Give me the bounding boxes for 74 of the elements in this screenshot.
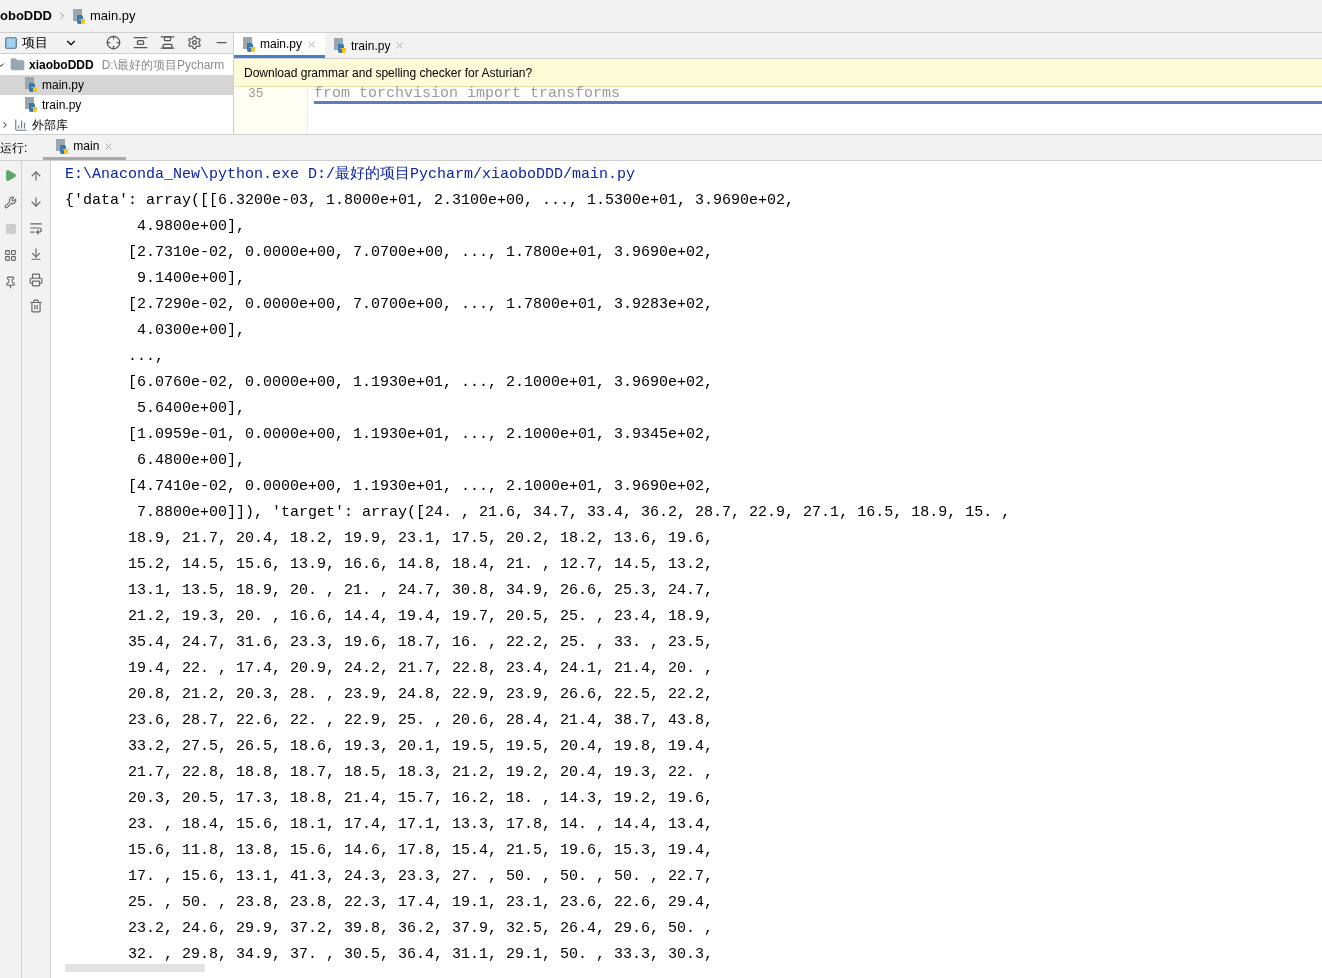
command-line: E:\Anaconda_New\python.exe D:/最好的项目Pycharm/xiaoboDDD/main.py (65, 165, 637, 185)
console-line: {'data': array([[6.3200e-03, 1.8000e+01, 2.3100e+00, ..., 1.5300e+01, 3.9690e+02, (65, 191, 796, 211)
folder-icon (10, 57, 25, 72)
console-line: 15.2, 14.5, 15.6, 13.9, 16.6, 14.8, 18.4, 21. , 12.7, 14.5, 13.2, (127, 555, 715, 575)
scroll-to-end-icon[interactable] (29, 247, 43, 261)
tree-item[interactable]: main.py (0, 74, 233, 95)
soft-wrap-icon[interactable] (29, 221, 43, 235)
console-line: ..., (127, 347, 166, 367)
collapse-icon[interactable] (0, 119, 10, 130)
console-line: 32. , 29.8, 34.9, 37. , 30.5, 36.4, 31.1, 29.1, 50. , 33.3, 30.3, (127, 945, 715, 965)
python-file-icon (55, 138, 70, 154)
print-icon[interactable] (29, 273, 43, 287)
console-line: 21.7, 22.8, 18.8, 18.7, 18.5, 18.3, 21.2, 19.2, 20.4, 19.3, 22. , (127, 763, 715, 783)
console-line: 23.2, 24.6, 29.9, 37.2, 39.8, 36.2, 37.9, 32.5, 26.4, 29.6, 50. , (127, 919, 715, 939)
console-line: [1.0959e-01, 0.0000e+00, 1.1930e+01, ..., 2.1000e+01, 3.9345e+02, (127, 425, 715, 445)
trash-icon[interactable] (29, 299, 43, 313)
python-file-icon (24, 97, 38, 112)
console-line: 5.6400e+00], (136, 399, 247, 419)
breadcrumb-item[interactable]: oboDDD (0, 6, 52, 26)
up-arrow-icon[interactable] (29, 169, 43, 183)
pin-icon[interactable] (4, 276, 17, 289)
console-line: 6.4800e+00], (136, 451, 247, 471)
settings-icon[interactable] (187, 35, 202, 51)
console-line: 19.4, 22. , 17.4, 20.9, 24.2, 21.7, 22.8, 23.4, 24.1, 21.4, 20. , (127, 659, 715, 679)
python-file-icon (24, 77, 38, 92)
console-line: [2.7310e-02, 0.0000e+00, 7.0700e+00, ..., 1.7800e+01, 3.9690e+02, (127, 243, 715, 263)
console-line: 20.8, 21.2, 20.3, 28. , 23.9, 24.8, 22.9, 23.9, 26.6, 22.5, 22.2, (127, 685, 715, 705)
console-line: [6.0760e-02, 0.0000e+00, 1.1930e+01, ..., 2.1000e+01, 3.9690e+02, (127, 373, 715, 393)
console-line: 23. , 18.4, 15.6, 18.1, 17.4, 17.1, 13.3, 17.8, 14. , 14.4, 13.4, (127, 815, 715, 835)
tree-item[interactable]: xiaoboDDD D:\最好的项目Pycharm (0, 54, 233, 75)
horizontal-scrollbar[interactable] (65, 964, 205, 972)
console-line: 17. , 15.6, 13.1, 41.3, 24.3, 23.3, 27. , 50. , 50. , 50. , 22.7, (127, 867, 715, 887)
breadcrumb-item[interactable]: main.py (72, 6, 136, 26)
wrench-icon[interactable] (4, 196, 17, 209)
python-file-icon (72, 8, 86, 24)
console-line: 35.4, 24.7, 31.6, 23.3, 19.6, 18.7, 16. , 22.2, 25. , 33. , 23.5, (127, 633, 715, 653)
collapse-all-icon[interactable] (160, 35, 175, 51)
console-line: 15.6, 11.8, 13.8, 15.6, 14.6, 17.8, 15.4, 21.5, 19.6, 15.3, 19.4, (127, 841, 715, 861)
locate-icon[interactable] (106, 35, 121, 51)
run-icon[interactable] (4, 169, 17, 182)
layout-icon[interactable] (4, 249, 17, 262)
python-file-icon (333, 38, 348, 53)
console-line: [4.7410e-02, 0.0000e+00, 1.1930e+01, ..., 2.1000e+01, 3.9690e+02, (127, 477, 715, 497)
console-line: 23.6, 28.7, 22.6, 22. , 22.9, 25. , 20.6, 28.4, 21.4, 38.7, 43.8, (127, 711, 715, 731)
notification-bar: Download grammar and spelling checker for Asturian? (234, 59, 1322, 87)
tree-item[interactable]: 外部库 (0, 114, 233, 134)
run-tab[interactable]: main (43, 135, 127, 160)
console-line: 18.9, 21.7, 20.4, 18.2, 19.9, 23.1, 17.5, 20.2, 18.2, 13.6, 19.6, (127, 529, 715, 549)
console-line: 4.0300e+00], (136, 321, 247, 341)
down-arrow-icon[interactable] (29, 195, 43, 209)
tree-label: xiaoboDDD (29, 56, 94, 74)
console-line: 20.3, 20.5, 17.3, 18.8, 21.4, 15.7, 16.2, 18. , 14.3, 19.2, 19.6, (127, 789, 715, 809)
tree-label: main.py (42, 76, 85, 94)
tree-item[interactable]: train.py (0, 94, 233, 115)
tree-path: D:\最好的项目Pycharm (101, 56, 225, 74)
console-line: 4.9800e+00], (136, 217, 247, 237)
console-line: 13.1, 13.5, 18.9, 20. , 21. , 24.7, 30.8, 34.9, 26.6, 25.3, 24.7, (127, 581, 715, 601)
tree-label: train.py (42, 96, 82, 114)
python-file-icon (242, 36, 256, 52)
editor-tab[interactable]: train.py (325, 33, 414, 58)
console-line: 33.2, 27.5, 26.5, 18.6, 19.3, 20.1, 19.5, 19.5, 20.4, 19.8, 19.4, (127, 737, 715, 757)
console-line: 9.1400e+00], (136, 269, 247, 289)
tree-label: 外部库 (32, 116, 68, 134)
console-line: 7.8800e+00]]), 'target': array([24. , 21.6, 34.7, 33.4, 36.2, 28.7, 22.9, 27.1, 16.5, 18.9, 15. , (136, 503, 1012, 523)
console-line: 25. , 50. , 23.8, 23.8, 22.3, 17.4, 19.1, 23.1, 23.6, 22.6, 29.4, (127, 893, 715, 913)
console-line: 21.2, 19.3, 20. , 16.6, 14.4, 19.4, 19.7, 20.5, 25. , 23.4, 18.9, (127, 607, 715, 627)
console-line: [2.7290e-02, 0.0000e+00, 7.0700e+00, ..., 1.7800e+01, 3.9283e+02, (127, 295, 715, 315)
expand-all-icon[interactable] (133, 35, 148, 51)
window-icon (4, 35, 18, 50)
line-number: 35 (248, 87, 264, 100)
run-label: 运行: (0, 139, 29, 157)
code-line: from torchvision import transforms (314, 87, 622, 101)
library-icon (14, 117, 28, 132)
editor-tab[interactable]: main.py (234, 33, 326, 58)
